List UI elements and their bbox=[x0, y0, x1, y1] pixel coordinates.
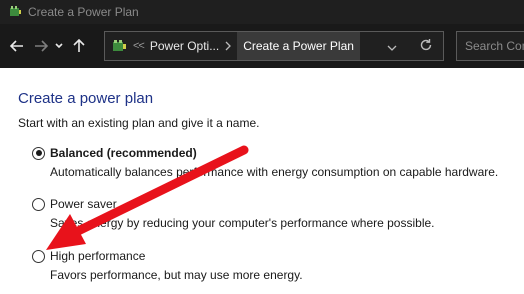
plan-label-power-saver[interactable]: Power saver bbox=[50, 197, 117, 211]
search-box[interactable]: Search Cont bbox=[456, 31, 524, 61]
page-description: Start with an existing plan and give it … bbox=[18, 116, 260, 130]
search-input[interactable]: Search Cont bbox=[465, 39, 524, 53]
breadcrumb-create-power-plan[interactable]: Create a Power Plan bbox=[237, 32, 360, 60]
power-options-icon bbox=[8, 5, 22, 19]
plan-option-power-saver[interactable]: Power saver bbox=[32, 197, 117, 211]
radio-high-performance[interactable] bbox=[32, 249, 45, 263]
arrow-up-icon[interactable] bbox=[70, 37, 88, 55]
page-title: Create a power plan bbox=[18, 90, 154, 107]
breadcrumb-power-options[interactable]: Power Opti... bbox=[150, 39, 219, 53]
arrow-left-icon[interactable] bbox=[8, 37, 26, 55]
navigation-bar: << Power Opti... Create a Power Plan Sea… bbox=[0, 24, 524, 68]
plan-label-high-performance[interactable]: High performance bbox=[50, 249, 145, 263]
main-content: Create a power plan Start with an existi… bbox=[0, 68, 524, 294]
plan-description-high-performance: Favors performance, but may use more ene… bbox=[50, 268, 303, 282]
radio-balanced[interactable] bbox=[32, 146, 45, 160]
chevron-right-icon[interactable] bbox=[225, 41, 233, 51]
arrow-right-icon[interactable] bbox=[32, 37, 50, 55]
plan-description-power-saver: Saves energy by reducing your computer's… bbox=[50, 216, 435, 230]
radio-power-saver[interactable] bbox=[32, 197, 45, 211]
window-title: Create a Power Plan bbox=[28, 5, 139, 19]
plan-option-high-performance[interactable]: High performance bbox=[32, 249, 145, 263]
plan-option-balanced[interactable]: Balanced (recommended) bbox=[32, 146, 197, 160]
breadcrumb-overflow[interactable]: << bbox=[133, 40, 145, 52]
address-dropdown-icon[interactable] bbox=[387, 40, 397, 51]
address-bar[interactable]: << Power Opti... Create a Power Plan bbox=[104, 31, 444, 61]
control-panel-icon bbox=[111, 38, 127, 54]
refresh-icon[interactable] bbox=[419, 38, 433, 52]
title-bar: Create a Power Plan bbox=[0, 0, 524, 24]
plan-description-balanced: Automatically balances performance with … bbox=[50, 165, 499, 179]
plan-label-balanced[interactable]: Balanced (recommended) bbox=[50, 146, 197, 160]
chevron-down-icon[interactable] bbox=[54, 37, 64, 55]
